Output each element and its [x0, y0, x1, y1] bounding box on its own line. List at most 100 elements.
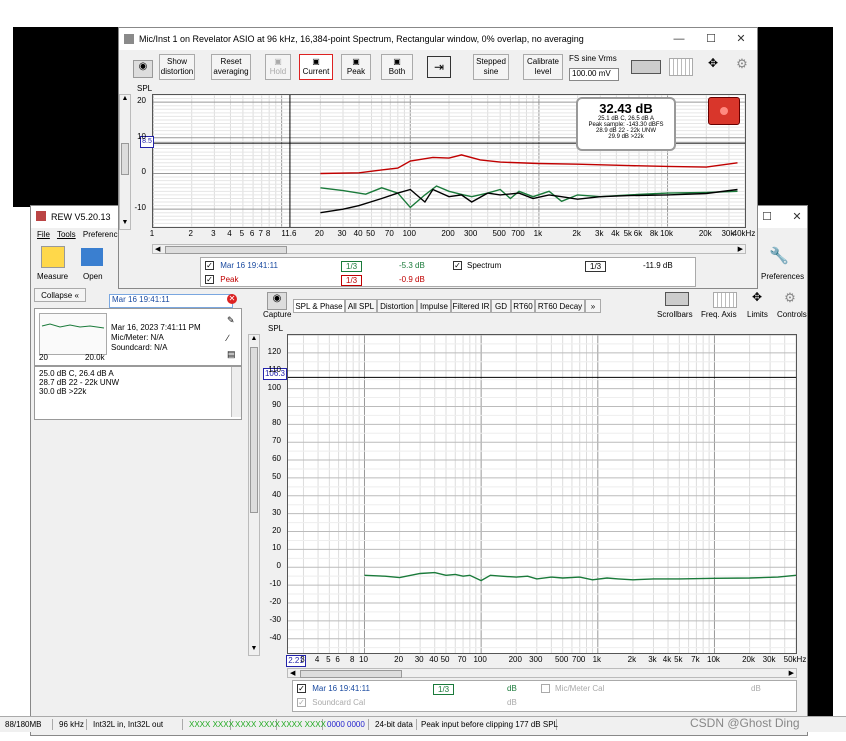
tab-filtered-ir[interactable]: Filtered IR [451, 299, 491, 313]
rta-legend-spectrum-smoothing[interactable]: 1/3 [585, 261, 607, 272]
capture-label[interactable]: Capture [263, 310, 291, 319]
rta-legend-row1-smoothing[interactable]: 1/3 [341, 261, 363, 272]
limits-move-icon[interactable]: ✥ [747, 290, 767, 306]
rta-legend-row2-checkbox[interactable]: ✓ [205, 275, 214, 285]
scroll-down-icon[interactable]: ▼ [249, 645, 259, 655]
rta-axis-spl-label: SPL [137, 84, 153, 93]
note-line: 25.0 dB C, 26.4 dB A [39, 369, 114, 378]
rta-scroll-down-icon[interactable]: ▼ [120, 219, 130, 229]
hold-button[interactable]: ▣ Hold [265, 54, 291, 80]
rta-close-icon[interactable]: ✕ [731, 31, 751, 47]
tab-impulse[interactable]: Impulse [417, 299, 451, 313]
spl-readout-main: 32.43 dB [599, 101, 653, 116]
scroll-right-icon[interactable]: ▶ [789, 669, 794, 677]
rta-limits-move-icon[interactable]: ✥ [703, 56, 723, 74]
rta-maximize-icon[interactable]: ☐ [701, 31, 721, 47]
measure-label[interactable]: Measure [37, 272, 68, 281]
main-legend-row1-smoothing[interactable]: 1/3 [433, 684, 455, 695]
status-rate: 96 kHz [56, 719, 87, 730]
menu-file[interactable]: File [37, 230, 50, 239]
spl-phase-plot[interactable] [287, 334, 797, 654]
menu-bar: File Tools Preferences [37, 230, 126, 239]
controls-gear-icon[interactable]: ⚙ [781, 290, 799, 306]
thumbnail-graph [41, 323, 105, 329]
scroll-thumb[interactable] [250, 347, 258, 513]
tab-rt60[interactable]: RT60 [511, 299, 535, 313]
open-folder-icon[interactable] [81, 248, 103, 266]
record-button[interactable] [708, 97, 740, 125]
h-scroll-thumb[interactable] [300, 670, 402, 678]
edit-icon[interactable]: ✎ [227, 315, 235, 326]
notes-box[interactable]: 25.0 dB C, 26.4 dB A 28.7 dB 22 - 22k UN… [34, 366, 242, 420]
rta-minimize-icon[interactable]: — [669, 31, 689, 47]
tab-spl-phase[interactable]: SPL & Phase [293, 299, 345, 313]
freq-axis-label[interactable]: Freq. Axis [701, 310, 737, 319]
preferences-label[interactable]: Preferences [761, 272, 804, 281]
thumb-right-label: 20.0k [85, 353, 105, 362]
rta-h-scroll-thumb[interactable] [165, 246, 287, 254]
import-arrow-icon[interactable]: ⇥ [427, 56, 451, 78]
scroll-left-icon[interactable]: ◀ [290, 669, 295, 677]
controls-label[interactable]: Controls [777, 310, 807, 319]
rta-freq-axis-icon[interactable] [669, 58, 693, 76]
rta-scroll-right-icon[interactable]: ▶ [738, 245, 743, 253]
main-x-tick-label: 10k [707, 655, 720, 664]
open-label[interactable]: Open [83, 272, 103, 281]
stepped-sine-button[interactable]: Stepped sine [473, 54, 509, 80]
rew-restore-icon[interactable]: ☐ [757, 209, 777, 225]
rew-close-icon[interactable]: ✕ [787, 209, 807, 225]
rta-scroll-left-icon[interactable]: ◀ [155, 245, 160, 253]
collapse-button[interactable]: Collapse « [34, 288, 86, 302]
tab-more[interactable]: » [585, 299, 601, 313]
main-y-tick-label: 70 [272, 436, 281, 446]
scroll-up-icon[interactable]: ▲ [249, 335, 259, 345]
measurement-thumbnail[interactable] [39, 313, 107, 355]
meas-soundcard: Soundcard: N/A [111, 343, 168, 352]
plot-vertical-scrollbar[interactable]: ▲ ▼ [248, 334, 260, 656]
main-y-tick-label: 10 [272, 543, 281, 553]
main-legend-cal-checkbox[interactable] [541, 684, 550, 694]
scrollbars-icon[interactable] [665, 292, 689, 306]
rta-x-tick-label: 10k [660, 229, 673, 238]
note-line: 28.7 dB 22 - 22k UNW [39, 378, 120, 387]
rta-horizontal-scrollbar[interactable]: ◀ ▶ [152, 244, 746, 254]
pencil-icon[interactable]: ∕ [227, 333, 229, 343]
measurement-name-field[interactable]: Mar 16 19:41:11 [109, 294, 233, 308]
limits-label[interactable]: Limits [747, 310, 768, 319]
main-legend-row1-checkbox[interactable]: ✓ [297, 684, 306, 694]
rta-controls-gear-icon[interactable]: ⚙ [733, 56, 751, 74]
menu-tools[interactable]: Tools [57, 230, 76, 239]
rta-legend-spectrum-checkbox[interactable]: ✓ [453, 261, 462, 271]
calibrate-level-button[interactable]: Calibrate level [523, 54, 563, 80]
reset-averaging-button[interactable]: Reset averaging [211, 54, 251, 80]
tab-gd[interactable]: GD [491, 299, 511, 313]
status-bits1: XXXX XXXX [186, 719, 234, 730]
scrollbars-label[interactable]: Scrollbars [657, 310, 693, 319]
measure-icon[interactable] [41, 246, 65, 268]
rta-y-tick-label: 0 [141, 167, 146, 177]
tab-all-spl[interactable]: All SPL [345, 299, 377, 313]
both-button[interactable]: ▣ Both [381, 54, 413, 80]
main-legend: ✓ Mar 16 19:41:11 1/3 dB Mic/Meter Cal d… [292, 680, 797, 712]
delete-measurement-icon[interactable]: ✕ [227, 294, 237, 304]
show-distortion-button[interactable]: Show distortion [159, 54, 195, 80]
notes-scrollbar[interactable] [231, 367, 241, 417]
tab-rt60-decay[interactable]: RT60 Decay [535, 299, 585, 313]
camera-icon[interactable]: ◉ [267, 292, 287, 310]
main-horizontal-scrollbar[interactable]: ◀ ▶ [287, 668, 797, 678]
wrench-icon[interactable]: 🔧 [769, 246, 789, 266]
fs-sine-field[interactable]: 100.00 mV [569, 68, 619, 81]
freq-axis-icon[interactable] [713, 292, 737, 308]
rta-camera-icon[interactable]: ◉ [133, 60, 153, 78]
rta-legend-row1-checkbox[interactable]: ✓ [205, 261, 214, 271]
tab-distortion[interactable]: Distortion [377, 299, 417, 313]
rta-legend-row2-smoothing[interactable]: 1/3 [341, 275, 363, 286]
rta-x-tick-label: 40kHz [732, 229, 756, 238]
rta-scrollbars-icon[interactable] [631, 60, 661, 74]
peak-button[interactable]: ▣ Peak [341, 54, 371, 80]
thumb-left-label: 20 [39, 353, 48, 362]
notes-icon[interactable]: ▤ [227, 349, 236, 360]
main-y-tick-label: -40 [269, 632, 281, 642]
current-button[interactable]: ▣ Current [299, 54, 333, 80]
main-legend-row2-checkbox[interactable]: ✓ [297, 698, 306, 708]
